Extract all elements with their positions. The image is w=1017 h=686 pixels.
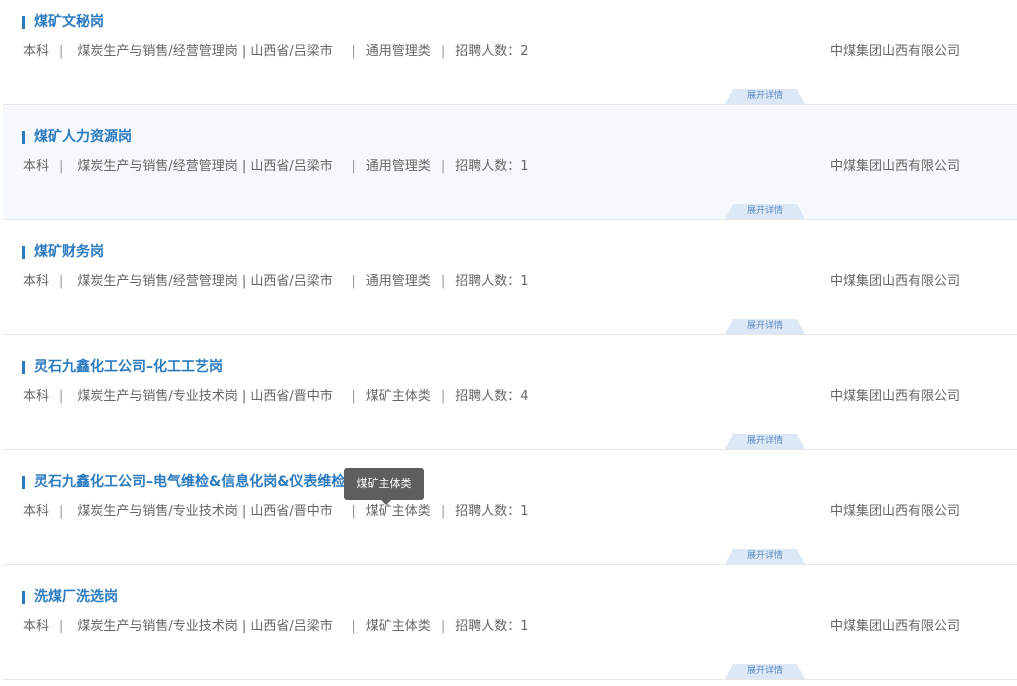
job-title[interactable]: 洗煤厂洗选岗 — [22, 587, 118, 607]
job-education: 本科 — [23, 44, 50, 59]
job-card: 煤矿人力资源岗 本科 | 煤炭生产与销售/经营管理岗 | 山西省/吕梁市 | 通用管理类… — [3, 106, 1017, 220]
separator: | — [440, 274, 446, 289]
job-count: 1 — [520, 274, 529, 289]
job-count-label: 招聘人数： — [455, 274, 521, 289]
job-title[interactable]: 煤矿财务岗 — [22, 242, 104, 262]
job-department: 煤炭生产与销售/专业技术岗 | 山西省/晋中市 — [77, 389, 333, 404]
job-list: 煤矿文秘岗 本科 | 煤炭生产与销售/经营管理岗 | 山西省/吕梁市 | 通用管理类 | 招… — [0, 0, 1017, 686]
separator: | — [351, 504, 356, 519]
separator: | — [59, 389, 64, 404]
category-tooltip: 煤矿主体类 — [344, 468, 424, 505]
separator: | — [59, 159, 64, 174]
job-count-label: 招聘人数： — [455, 389, 521, 404]
job-meta: 本科 | 煤炭生产与销售/专业技术岗 | 山西省/晋中市 | 煤矿主体类 | 招聘人数：1 — [23, 502, 529, 522]
job-meta: 本科 | 煤炭生产与销售/经营管理岗 | 山西省/吕梁市 | 通用管理类 | 招聘人数：2 — [23, 42, 529, 62]
job-category[interactable]: 煤矿主体类 — [366, 387, 431, 407]
job-title[interactable]: 煤矿文秘岗 — [22, 12, 104, 32]
expand-details-button[interactable]: 展开详情 — [725, 549, 805, 564]
job-department: 煤炭生产与销售/专业技术岗 | 山西省/吕梁市 — [77, 619, 333, 634]
job-department: 煤炭生产与销售/经营管理岗 | 山西省/吕梁市 — [77, 274, 333, 289]
job-title[interactable]: 煤矿人力资源岗 — [22, 127, 132, 147]
separator: | — [440, 159, 446, 174]
separator: | — [59, 274, 64, 289]
job-count-label: 招聘人数： — [455, 504, 521, 519]
job-company: 中煤集团山西有限公司 — [829, 159, 960, 174]
job-meta: 本科 | 煤炭生产与销售/专业技术岗 | 山西省/吕梁市 | 煤矿主体类 | 招聘人数：1 — [23, 617, 529, 637]
job-category[interactable]: 煤矿主体类 — [366, 502, 431, 522]
separator: | — [351, 389, 356, 404]
job-count: 1 — [520, 619, 529, 634]
separator: | — [351, 159, 356, 174]
job-education: 本科 — [23, 504, 50, 519]
job-education: 本科 — [23, 274, 50, 289]
job-company: 中煤集团山西有限公司 — [829, 44, 960, 59]
job-meta: 本科 | 煤炭生产与销售/专业技术岗 | 山西省/晋中市 | 煤矿主体类 | 招聘人数：4 — [23, 387, 529, 407]
job-count: 2 — [520, 44, 529, 59]
separator: | — [351, 619, 356, 634]
expand-details-button[interactable]: 展开详情 — [725, 434, 805, 449]
job-company: 中煤集团山西有限公司 — [829, 274, 960, 289]
job-count: 1 — [520, 504, 529, 519]
expand-details-button[interactable]: 展开详情 — [725, 319, 805, 334]
expand-details-button[interactable]: 展开详情 — [725, 204, 805, 219]
separator: | — [351, 44, 356, 59]
job-education: 本科 — [23, 389, 50, 404]
job-education: 本科 — [23, 159, 50, 174]
job-company: 中煤集团山西有限公司 — [829, 619, 960, 634]
job-count: 4 — [520, 389, 529, 404]
job-count: 1 — [520, 159, 529, 174]
separator: | — [440, 44, 446, 59]
job-count-label: 招聘人数： — [455, 44, 521, 59]
separator: | — [440, 389, 446, 404]
job-meta: 本科 | 煤炭生产与销售/经营管理岗 | 山西省/吕梁市 | 通用管理类 | 招聘人数：1 — [23, 272, 529, 292]
job-count-label: 招聘人数： — [455, 159, 521, 174]
job-card: 灵石九鑫化工公司–电气维检&信息化岗&仪表维检岗 本科 | 煤炭生产与销售/专业技术… — [3, 451, 1017, 565]
separator: | — [440, 504, 446, 519]
job-category[interactable]: 通用管理类 — [366, 42, 431, 62]
job-category[interactable]: 通用管理类 — [366, 272, 431, 292]
job-meta: 本科 | 煤炭生产与销售/经营管理岗 | 山西省/吕梁市 | 通用管理类 | 招聘人数：1 — [23, 157, 529, 177]
expand-details-button[interactable]: 展开详情 — [725, 664, 805, 679]
job-education: 本科 — [23, 619, 50, 634]
job-title[interactable]: 灵石九鑫化工公司–电气维检&信息化岗&仪表维检岗 — [22, 472, 359, 492]
expand-details-button[interactable]: 展开详情 — [725, 89, 805, 104]
job-department: 煤炭生产与销售/经营管理岗 | 山西省/吕梁市 — [77, 159, 333, 174]
job-category[interactable]: 通用管理类 — [366, 157, 431, 177]
job-category[interactable]: 煤矿主体类 — [366, 617, 431, 637]
job-department: 煤炭生产与销售/经营管理岗 | 山西省/吕梁市 — [77, 44, 333, 59]
separator: | — [440, 619, 446, 634]
job-card: 灵石九鑫化工公司–化工工艺岗 本科 | 煤炭生产与销售/专业技术岗 | 山西省/晋中… — [3, 336, 1017, 450]
job-card: 洗煤厂洗选岗 本科 | 煤炭生产与销售/专业技术岗 | 山西省/吕梁市 | 煤矿主体类 |… — [3, 566, 1017, 680]
job-company: 中煤集团山西有限公司 — [829, 504, 960, 519]
separator: | — [59, 504, 64, 519]
job-count-label: 招聘人数： — [455, 619, 521, 634]
separator: | — [351, 274, 356, 289]
separator: | — [59, 619, 64, 634]
job-card: 煤矿财务岗 本科 | 煤炭生产与销售/经营管理岗 | 山西省/吕梁市 | 通用管理类 | 招… — [3, 221, 1017, 335]
job-company: 中煤集团山西有限公司 — [829, 389, 960, 404]
job-card: 煤矿文秘岗 本科 | 煤炭生产与销售/经营管理岗 | 山西省/吕梁市 | 通用管理类 | 招… — [3, 0, 1017, 105]
job-department: 煤炭生产与销售/专业技术岗 | 山西省/晋中市 — [77, 504, 333, 519]
job-title[interactable]: 灵石九鑫化工公司–化工工艺岗 — [22, 357, 223, 377]
separator: | — [59, 44, 64, 59]
